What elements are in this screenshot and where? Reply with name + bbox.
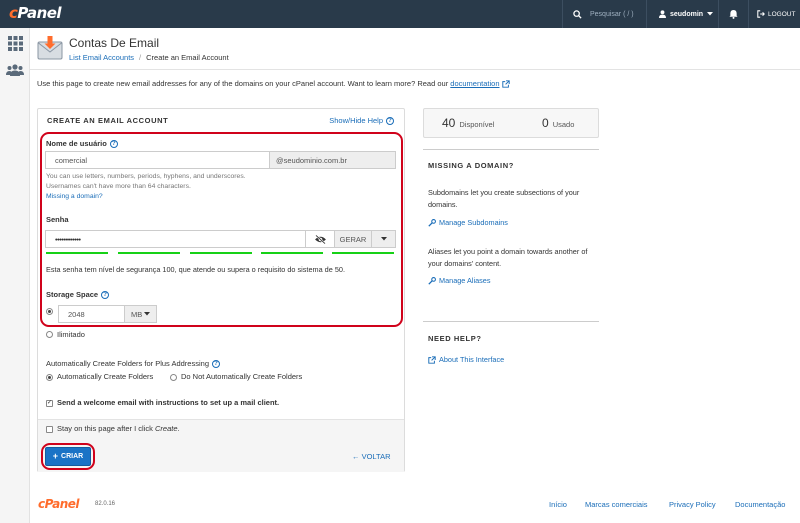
available-stat: 40 Disponível bbox=[442, 116, 494, 130]
stay-on-page-checkbox[interactable] bbox=[46, 426, 53, 433]
search-box[interactable]: Pesquisar ( / ) bbox=[562, 0, 646, 28]
panel-title: CREATE AN EMAIL ACCOUNT bbox=[47, 116, 169, 125]
aliases-description: Aliases let you point a domain towards a… bbox=[428, 247, 588, 268]
page-title: Contas De Email bbox=[69, 36, 160, 50]
show-hide-help-toggle[interactable]: Show/Hide Help? bbox=[329, 116, 394, 126]
manage-aliases-link[interactable]: Manage Aliases bbox=[428, 276, 491, 285]
welcome-email-checkbox[interactable]: ✓ bbox=[46, 400, 53, 407]
breadcrumb: List Email Accounts / Create an Email Acco… bbox=[69, 53, 229, 62]
back-link[interactable]: ← VOLTAR bbox=[352, 452, 391, 461]
stay-on-page-emphasis: Create bbox=[154, 424, 178, 433]
username-label: seudomin bbox=[670, 10, 704, 18]
logout-label: LOGOUT bbox=[768, 10, 796, 18]
need-help-heading: NEED HELP? bbox=[428, 334, 482, 343]
grid-icon bbox=[7, 35, 23, 51]
top-navigation-bar: cPanel Pesquisar ( / ) seudomin LOGOUT bbox=[0, 0, 800, 28]
intro-sentence: Use this page to create new email addres… bbox=[37, 79, 449, 88]
header-divider bbox=[30, 69, 800, 70]
footer-link-trademarks[interactable]: Marcas comerciais bbox=[585, 500, 648, 509]
manage-subdomains-link[interactable]: Manage Subdomains bbox=[428, 218, 508, 227]
notifications-button[interactable] bbox=[718, 0, 748, 28]
show-hide-help-label: Show/Hide Help bbox=[329, 116, 383, 125]
left-rail bbox=[0, 28, 30, 523]
footer-link-documentation[interactable]: Documentação bbox=[735, 500, 785, 509]
external-link-icon bbox=[501, 80, 510, 88]
storage-unlimited-radio[interactable] bbox=[46, 331, 53, 338]
intro-text: Use this page to create new email addres… bbox=[37, 79, 510, 88]
stay-on-page-suffix: . bbox=[177, 424, 180, 433]
manage-subdomains-label: Manage Subdomains bbox=[439, 218, 508, 227]
manage-aliases-label: Manage Aliases bbox=[439, 276, 491, 285]
breadcrumb-separator: / bbox=[139, 53, 142, 62]
breadcrumb-current: Create an Email Account bbox=[146, 53, 229, 62]
stay-on-page-prefix: Stay on this page after I click bbox=[57, 424, 153, 433]
no-auto-create-folders-radio[interactable] bbox=[170, 374, 177, 381]
footer-version: 82.0.16 bbox=[95, 501, 116, 507]
rail-users-button[interactable] bbox=[5, 60, 25, 80]
search-icon bbox=[573, 9, 582, 19]
auto-create-folders-label: Automatically Create Folders bbox=[57, 372, 154, 381]
footer-cpanel-logo[interactable]: cPanel bbox=[38, 497, 80, 511]
wrench-icon bbox=[428, 276, 436, 285]
available-count: 40 bbox=[442, 116, 456, 130]
sidebar-divider bbox=[423, 149, 599, 150]
used-stat: 0 Usado bbox=[542, 116, 574, 130]
bell-icon bbox=[729, 9, 738, 19]
logout-icon bbox=[757, 10, 765, 18]
subdomains-description: Subdomains let you create subsections of… bbox=[428, 188, 580, 209]
welcome-email-label: Send a welcome email with instructions t… bbox=[57, 398, 280, 407]
storage-unlimited-label: Ilimitado bbox=[57, 330, 85, 339]
logout-button[interactable]: LOGOUT bbox=[748, 0, 800, 28]
account-stats-box: 40 Disponível 0 Usado bbox=[423, 108, 599, 138]
plus-addressing-row: Automatically Create Folders for Plus Ad… bbox=[46, 359, 220, 369]
help-icon: ? bbox=[386, 117, 394, 126]
used-label: Usado bbox=[552, 120, 575, 129]
breadcrumb-list-email-accounts[interactable]: List Email Accounts bbox=[69, 53, 134, 62]
wrench-icon bbox=[428, 218, 436, 227]
rail-home-button[interactable] bbox=[5, 33, 25, 53]
search-placeholder: Pesquisar ( / ) bbox=[590, 10, 634, 18]
used-count: 0 bbox=[542, 116, 549, 130]
available-label: Disponível bbox=[459, 120, 495, 129]
sidebar-divider bbox=[423, 321, 599, 322]
about-interface-label: About This Interface bbox=[439, 355, 505, 364]
footer-link-home[interactable]: Início bbox=[549, 500, 567, 509]
user-menu[interactable]: seudomin bbox=[646, 0, 718, 28]
highlight-box-form-fields bbox=[40, 132, 403, 327]
cpanel-logo[interactable]: cPanel bbox=[9, 4, 62, 22]
arrow-left-icon: ← bbox=[352, 452, 360, 461]
auto-create-folders-radio[interactable] bbox=[46, 374, 53, 381]
about-interface-link[interactable]: About This Interface bbox=[428, 355, 504, 364]
footer-link-privacy[interactable]: Privacy Policy bbox=[669, 500, 716, 509]
no-auto-create-folders-label: Do Not Automatically Create Folders bbox=[181, 372, 303, 381]
back-link-label: VOLTAR bbox=[361, 452, 391, 461]
highlight-box-create-button bbox=[41, 443, 95, 470]
documentation-link[interactable]: documentation bbox=[450, 79, 499, 88]
user-icon bbox=[659, 10, 666, 18]
email-accounts-icon bbox=[37, 36, 63, 60]
users-icon bbox=[6, 64, 24, 76]
stay-on-page-label: Stay on this page after I click Create. bbox=[57, 424, 180, 433]
external-link-icon bbox=[428, 355, 436, 364]
missing-domain-heading: MISSING A DOMAIN? bbox=[428, 161, 514, 170]
plus-addressing-label: Automatically Create Folders for Plus Ad… bbox=[46, 359, 209, 368]
plus-addressing-help-icon[interactable]: ? bbox=[212, 360, 220, 369]
caret-down-icon bbox=[707, 12, 714, 16]
